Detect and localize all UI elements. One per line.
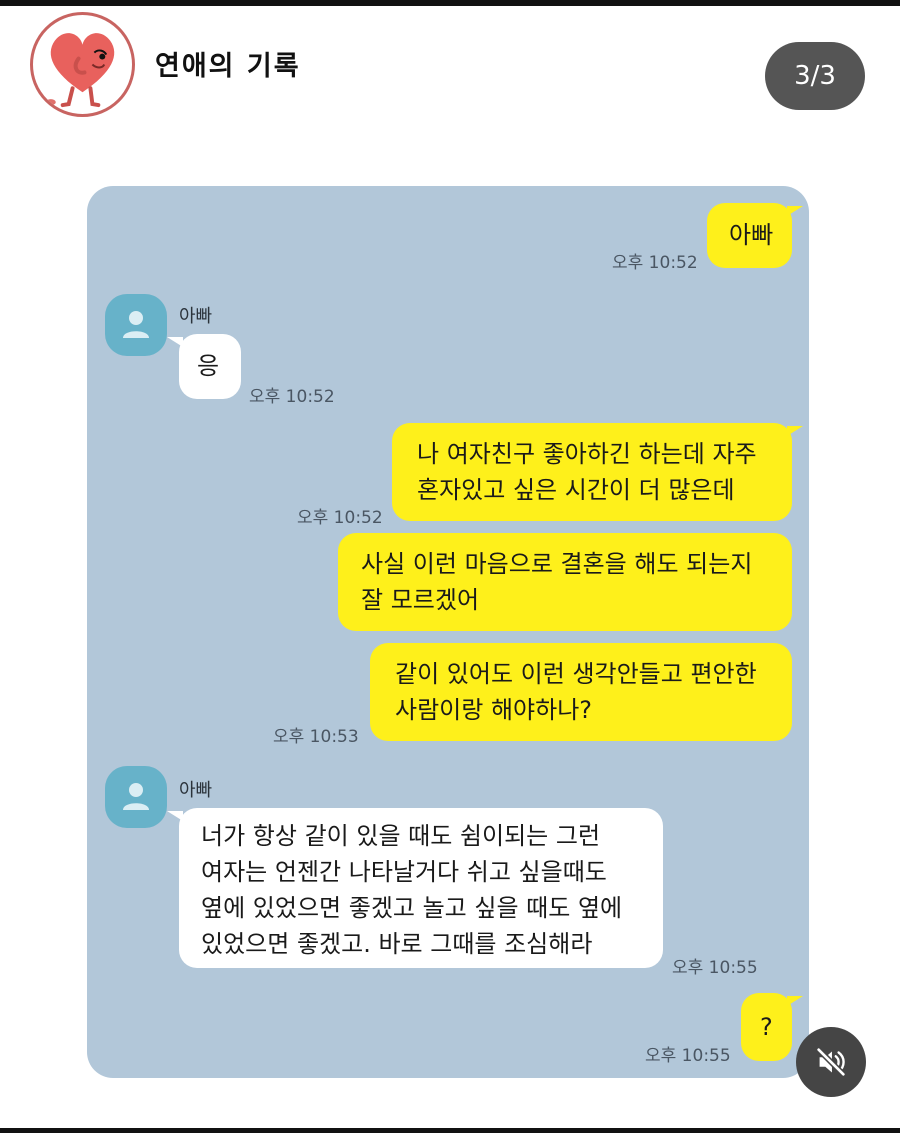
default-person-icon[interactable] bbox=[105, 294, 167, 356]
message-text: 사람이랑 해야하나? bbox=[395, 696, 593, 724]
friend-message-bubble: 응 bbox=[179, 334, 241, 399]
message-text: 아빠 bbox=[729, 221, 774, 249]
message-text: 응 bbox=[197, 352, 220, 380]
my-message-bubble: 아빠 bbox=[707, 203, 792, 268]
message-time: 오후 10:55 bbox=[672, 958, 758, 978]
message-text: 잘 모르겠어 bbox=[361, 586, 480, 614]
channel-title: 연애의 기록 bbox=[155, 51, 301, 82]
message-text: 여자는 언젠간 나타날거다 쉬고 싶을때도 bbox=[201, 858, 607, 886]
bubble-tail bbox=[787, 206, 803, 216]
page-counter: 3/3 bbox=[765, 42, 865, 110]
bubble-tail bbox=[787, 996, 803, 1006]
message-time: 오후 10:52 bbox=[612, 253, 698, 273]
my-message-bubble: 사실 이런 마음으로 결혼을 해도 되는지 잘 모르겠어 bbox=[338, 533, 792, 631]
friend-name: 아빠 bbox=[179, 780, 213, 801]
message-text: 나 여자친구 좋아하긴 하는데 자주 bbox=[417, 440, 757, 468]
bottom-bar bbox=[0, 1128, 900, 1133]
message-text: 옆에 있었으면 좋겠고 놀고 싶을 때도 옆에 bbox=[201, 894, 623, 922]
message-text: ? bbox=[760, 1013, 773, 1041]
message-time: 오후 10:52 bbox=[249, 387, 335, 407]
top-status-bar bbox=[0, 0, 900, 6]
message-text: 너가 항상 같이 있을 때도 쉼이되는 그런 bbox=[201, 822, 601, 850]
message-text: 혼자있고 싶은 시간이 더 많은데 bbox=[417, 476, 735, 504]
default-person-icon[interactable] bbox=[105, 766, 167, 828]
friend-message-bubble: 너가 항상 같이 있을 때도 쉼이되는 그런 여자는 언젠간 나타날거다 쉬고 … bbox=[179, 808, 663, 968]
message-time: 오후 10:55 bbox=[645, 1046, 731, 1066]
heart-character-icon[interactable] bbox=[30, 12, 135, 117]
bubble-tail bbox=[787, 426, 803, 436]
my-message-bubble: ? bbox=[741, 993, 792, 1061]
bubble-tail bbox=[167, 811, 183, 821]
message-text: 사실 이런 마음으로 결혼을 해도 되는지 bbox=[361, 550, 753, 578]
my-message-bubble: 같이 있어도 이런 생각안들고 편안한 사람이랑 해야하나? bbox=[370, 643, 792, 741]
message-time: 오후 10:53 bbox=[273, 727, 359, 747]
bubble-tail bbox=[167, 337, 183, 347]
mute-button[interactable] bbox=[796, 1027, 866, 1097]
chat-screenshot: 아빠 오후 10:52 아빠 응 오후 10:52 나 여자친구 좋아하긴 하는… bbox=[87, 186, 809, 1078]
message-text: 같이 있어도 이런 생각안들고 편안한 bbox=[395, 660, 757, 688]
speaker-muted-icon bbox=[816, 1047, 846, 1077]
friend-name: 아빠 bbox=[179, 306, 213, 327]
my-message-bubble: 나 여자친구 좋아하긴 하는데 자주 혼자있고 싶은 시간이 더 많은데 bbox=[392, 423, 792, 521]
message-time: 오후 10:52 bbox=[297, 508, 383, 528]
message-text: 있었으면 좋겠고. 바로 그때를 조심해라 bbox=[201, 930, 593, 958]
